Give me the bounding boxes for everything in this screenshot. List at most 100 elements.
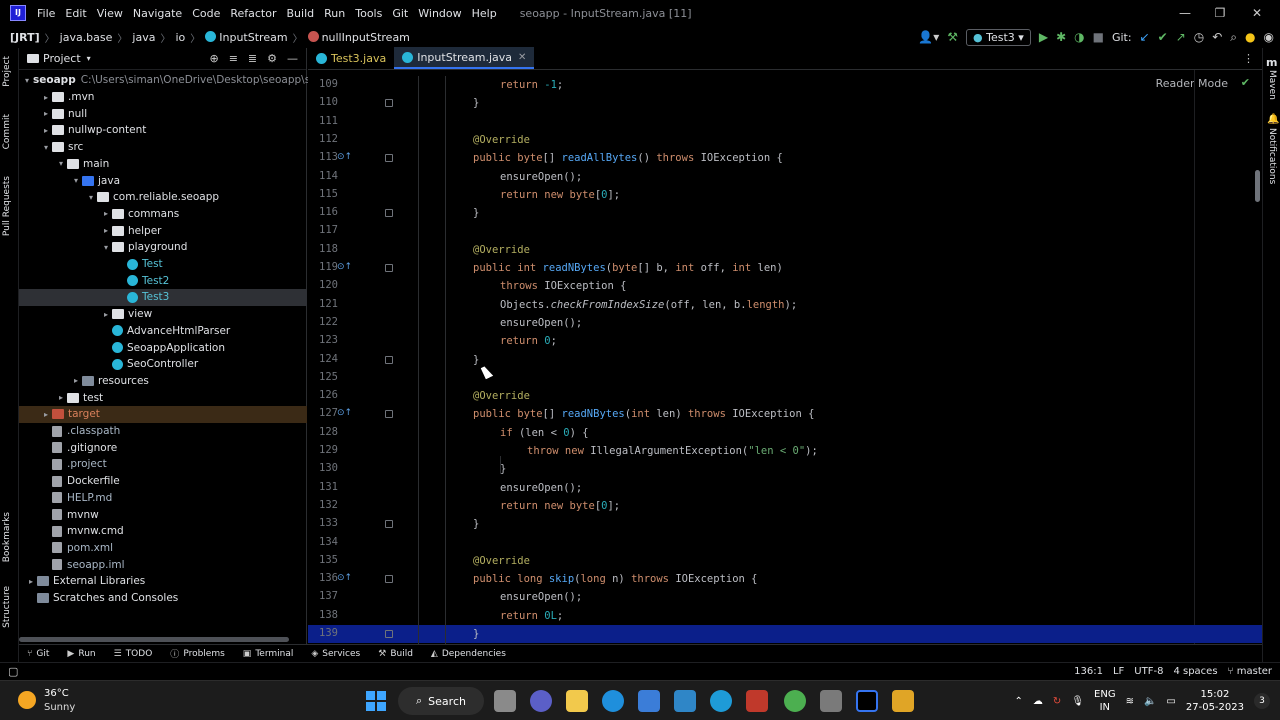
code-line[interactable]: public byte[] readNBytes(int len) throws… [473, 405, 814, 423]
code-line[interactable]: ensureOpen(); [500, 168, 582, 186]
fold-marker-icon[interactable] [385, 154, 393, 163]
tree-item[interactable]: ▾ src [19, 139, 307, 156]
code-line[interactable]: } [473, 351, 479, 369]
tree-item[interactable]: .project [19, 456, 307, 473]
tree-item[interactable]: ▸ target [19, 406, 307, 423]
minimize-icon[interactable]: — [1166, 0, 1204, 26]
chevron-down-icon[interactable]: ▾ [55, 159, 67, 168]
collapse-all-icon[interactable]: ≣ [248, 52, 257, 65]
chevron-right-icon[interactable]: ▸ [70, 376, 82, 385]
code-line[interactable]: if (len < 0) { [500, 424, 589, 442]
tree-item[interactable]: Test3 [19, 289, 307, 306]
weather-temperature[interactable]: 36°C [44, 688, 69, 699]
tree-item[interactable]: ▸ commans [19, 206, 307, 223]
history-icon[interactable]: ◷ [1194, 30, 1204, 44]
microphone-icon[interactable]: 🎙 [1071, 696, 1084, 707]
line-separator[interactable]: LF [1113, 666, 1124, 677]
tree-item[interactable]: ▸ nullwp-content [19, 122, 307, 139]
close-tab-icon[interactable]: ✕ [518, 52, 526, 63]
tree-item[interactable]: ▾ main [19, 156, 307, 173]
line-number[interactable]: 119 [308, 261, 338, 273]
code-line[interactable]: @Override [473, 387, 530, 405]
line-number[interactable]: 136 [308, 572, 338, 584]
tree-item[interactable]: mvnw.cmd [19, 523, 307, 540]
code-line[interactable]: @Override [473, 552, 530, 570]
volume-icon[interactable]: 🔈 [1144, 696, 1156, 707]
tree-item[interactable]: Test [19, 256, 307, 273]
code-line[interactable]: } [473, 204, 479, 222]
user-icon[interactable]: 👤▾ [918, 30, 939, 44]
windows-start-icon[interactable] [366, 691, 386, 711]
maven-icon[interactable]: m [1266, 56, 1277, 69]
menu-navigate[interactable]: Navigate [128, 7, 187, 20]
code-line[interactable]: } [473, 625, 479, 643]
chrome-browser-icon[interactable] [784, 690, 806, 712]
tree-item[interactable]: ▾ playground [19, 239, 307, 256]
chevron-up-icon[interactable]: ⌃ [1015, 696, 1023, 707]
line-number[interactable]: 125 [308, 371, 338, 383]
tool-window-services[interactable]: ◈ Services [311, 649, 360, 659]
code-line[interactable]: return 0; [500, 332, 557, 350]
sync-icon[interactable]: ↻ [1053, 696, 1061, 707]
notifications-tool-tab[interactable]: Notifications [1267, 128, 1277, 184]
code-line[interactable]: } [473, 94, 479, 112]
teams-chat-icon[interactable] [530, 690, 552, 712]
fold-marker-icon[interactable] [385, 99, 393, 108]
project-title[interactable]: Project [43, 52, 81, 65]
chevron-down-icon[interactable]: ▾ [100, 243, 112, 252]
run-icon[interactable]: ▶ [1039, 30, 1048, 44]
file-encoding[interactable]: UTF-8 [1134, 666, 1163, 677]
battery-icon[interactable]: ▭ [1166, 696, 1175, 707]
hide-icon[interactable]: — [287, 52, 298, 65]
chevron-right-icon[interactable]: ▸ [40, 109, 52, 118]
structure-tool-tab[interactable]: Structure [2, 586, 12, 628]
line-number[interactable]: 117 [308, 224, 338, 236]
wifi-icon[interactable]: ≋ [1126, 696, 1134, 707]
git-commit-icon[interactable]: ✔ [1158, 30, 1168, 44]
tool-window-build[interactable]: ⚒ Build [378, 649, 413, 659]
tree-item[interactable]: Scratches and Consoles [19, 590, 307, 607]
git-update-icon[interactable]: ↙ [1140, 30, 1150, 44]
tree-item[interactable]: ▸ .mvn [19, 89, 307, 106]
code-line[interactable]: return new byte[0]; [500, 186, 620, 204]
overrides-method-icon[interactable]: ⊙↑ [337, 408, 352, 418]
maven-tool-tab[interactable]: Maven [1267, 70, 1277, 100]
menu-help[interactable]: Help [467, 7, 502, 20]
tree-item[interactable]: .classpath [19, 423, 307, 440]
intellij-logo-icon[interactable]: IJ [10, 5, 26, 21]
tool-window-git[interactable]: ⑂ Git [27, 649, 49, 659]
intellij-taskbar-icon[interactable] [856, 690, 878, 712]
fold-marker-icon[interactable] [385, 355, 393, 364]
tree-item[interactable]: Test2 [19, 272, 307, 289]
tree-item[interactable]: ▸ External Libraries [19, 573, 307, 590]
tree-item[interactable]: ▾ com.reliable.seoapp [19, 189, 307, 206]
fold-marker-icon[interactable] [385, 520, 393, 529]
gear-icon[interactable]: ⚙ [267, 52, 277, 65]
tree-item[interactable]: .gitignore [19, 439, 307, 456]
edge-browser-icon[interactable] [602, 690, 624, 712]
overrides-method-icon[interactable]: ⊙↑ [337, 573, 352, 583]
code-line[interactable]: public int readNBytes(byte[] b, int off,… [473, 259, 783, 277]
line-number[interactable]: 115 [308, 188, 338, 200]
fold-marker-icon[interactable] [385, 410, 393, 419]
breadcrumb-item[interactable]: java [132, 31, 155, 44]
search-everywhere-icon[interactable]: ⌕ [1230, 30, 1237, 45]
tree-item[interactable]: seoapp.iml [19, 556, 307, 573]
taskbar-search-button[interactable]: ⌕ Search [398, 687, 484, 715]
line-number[interactable]: 127 [308, 407, 338, 419]
chevron-right-icon[interactable]: ▸ [40, 126, 52, 135]
tree-item[interactable]: mvnw [19, 506, 307, 523]
menu-refactor[interactable]: Refactor [225, 7, 281, 20]
settings-app-icon[interactable] [710, 690, 732, 712]
commit-tool-tab[interactable]: Commit [2, 114, 12, 149]
menu-git[interactable]: Git [387, 7, 413, 20]
tree-item[interactable]: ▸ test [19, 389, 307, 406]
tool-window-problems[interactable]: ⓘ Problems [170, 647, 225, 661]
tree-item[interactable]: ▸ null [19, 105, 307, 122]
line-number[interactable]: 130 [308, 462, 338, 474]
coverage-icon[interactable]: ◑ [1074, 30, 1084, 44]
chevron-right-icon[interactable]: ▸ [100, 310, 112, 319]
tree-item[interactable]: ▾ java [19, 172, 307, 189]
sun-icon[interactable] [18, 691, 36, 709]
fold-marker-icon[interactable] [385, 575, 393, 584]
